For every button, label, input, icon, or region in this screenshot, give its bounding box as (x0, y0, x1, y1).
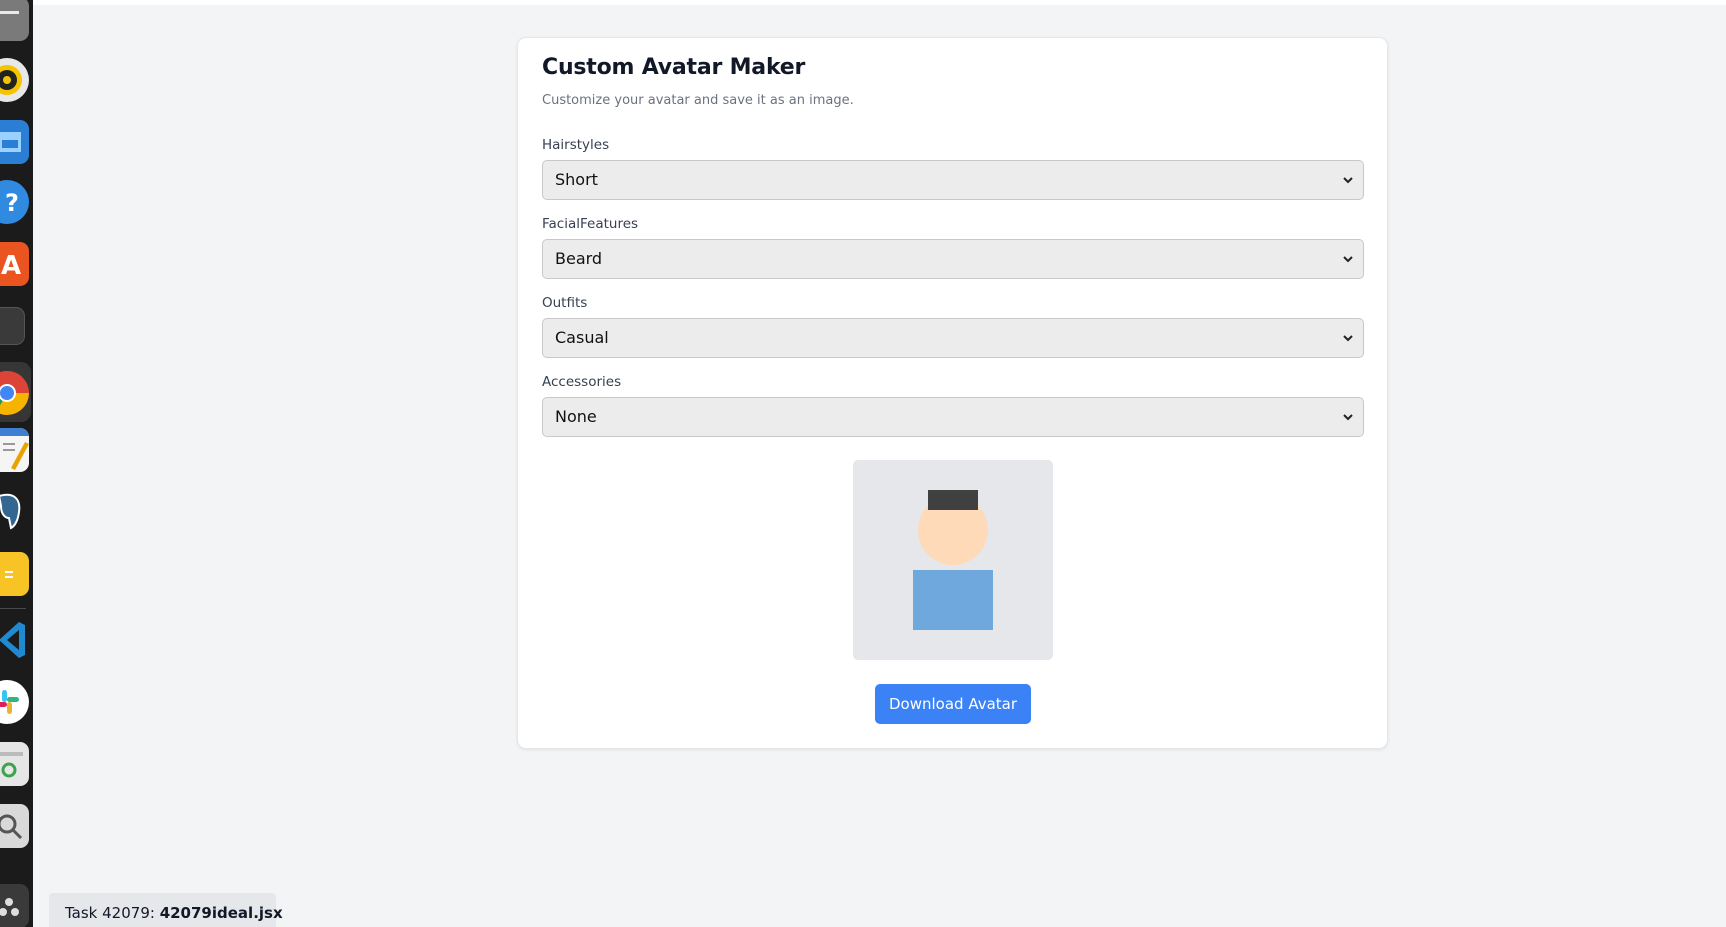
accessories-select[interactable]: None (542, 397, 1364, 437)
accessories-label: Accessories (542, 374, 622, 390)
hairstyles-selected-value: Short (555, 170, 598, 189)
text-editor-icon[interactable] (0, 428, 29, 472)
postgresql-icon[interactable] (0, 488, 29, 532)
outfits-select[interactable]: Casual (542, 318, 1364, 358)
avatar-hair-front (928, 490, 978, 510)
vscode-icon[interactable] (0, 618, 29, 662)
chevron-down-icon (1343, 256, 1353, 263)
help-icon[interactable]: ? (0, 180, 29, 224)
chevron-down-icon (1343, 335, 1353, 342)
task-label: Task 42079: 42079ideal.jsx (49, 893, 283, 927)
rhythmbox-icon[interactable] (0, 58, 29, 102)
facialfeatures-selected-value: Beard (555, 249, 603, 268)
page-subtitle: Customize your avatar and save it as an … (542, 93, 854, 108)
terminal-icon[interactable] (0, 307, 25, 345)
svg-text:A: A (1, 251, 21, 281)
browser-top-edge (33, 0, 1726, 5)
outfits-selected-value: Casual (555, 328, 609, 347)
accessories-selected-value: None (555, 407, 597, 426)
chevron-down-icon (1343, 177, 1353, 184)
slack-icon[interactable] (0, 680, 29, 724)
hairstyles-select[interactable]: Short (542, 160, 1364, 200)
outfits-label: Outfits (542, 295, 588, 311)
image-viewer-icon[interactable] (0, 120, 29, 164)
search-icon[interactable] (0, 804, 29, 848)
notes-icon[interactable] (0, 552, 29, 596)
show-apps-icon[interactable] (0, 884, 29, 927)
page-title: Custom Avatar Maker (542, 55, 806, 80)
avatar-preview (853, 460, 1053, 660)
chevron-down-icon (1343, 414, 1353, 421)
task-prefix: Task 42079: (65, 904, 160, 922)
download-avatar-button[interactable]: Download Avatar (875, 684, 1031, 724)
avatar-outfit (913, 570, 993, 630)
hairstyles-label: Hairstyles (542, 137, 610, 153)
task-filename: 42079ideal.jsx (159, 904, 283, 922)
facialfeatures-label: FacialFeatures (542, 216, 639, 232)
avatar-maker-card: Custom Avatar Maker Customize your avata… (517, 37, 1388, 749)
facialfeatures-select[interactable]: Beard (542, 239, 1364, 279)
files-icon[interactable] (0, 0, 29, 41)
app-store-icon[interactable]: A (0, 242, 29, 286)
trash-icon[interactable] (0, 742, 29, 786)
application-dock: ? A (0, 0, 33, 927)
svg-text:?: ? (5, 189, 19, 217)
